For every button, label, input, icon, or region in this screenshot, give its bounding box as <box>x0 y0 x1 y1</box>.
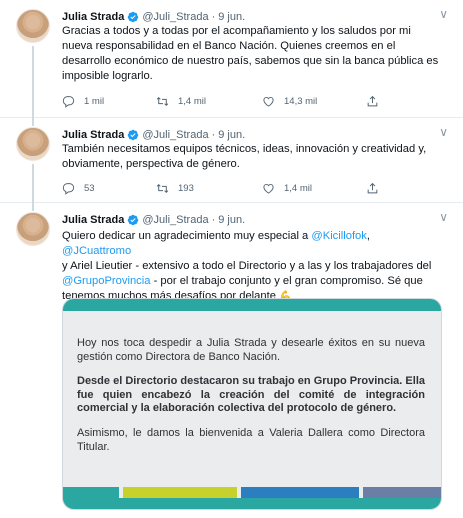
retweet-count: 1,4 mil <box>178 95 206 107</box>
band-segment <box>363 487 441 498</box>
like-button[interactable]: 14,3 mil <box>262 95 317 108</box>
tweet-text-line: También necesitamos equipos técnicos, id… <box>62 143 427 155</box>
tweet-1[interactable]: Julia Strada @Juli_Strada · 9 jun. ∨ Gra… <box>0 0 463 118</box>
reply-count: 53 <box>84 182 95 194</box>
share-icon <box>367 182 378 193</box>
share-icon <box>367 95 378 106</box>
thread-line <box>32 118 34 126</box>
like-count: 14,3 mil <box>284 95 318 107</box>
avatar[interactable] <box>16 127 50 161</box>
heart-icon <box>263 96 274 107</box>
like-button[interactable]: 1,4 mil <box>262 182 312 195</box>
tweet-3[interactable]: Julia Strada @Juli_Strada · 9 jun. ∨ Qui… <box>0 203 463 518</box>
author-handle[interactable]: @Juli_Strada <box>142 214 208 226</box>
verified-badge-icon <box>128 214 139 226</box>
band-segment <box>63 487 119 498</box>
tweet-2[interactable]: Julia Strada @Juli_Strada · 9 jun. ∨ Tam… <box>0 118 463 203</box>
tweet-text-line: obviamente, perspectiva de género. <box>62 158 240 170</box>
tweet-header: Julia Strada @Juli_Strada · 9 jun. <box>62 127 245 143</box>
retweet-button[interactable]: 1,4 mil <box>156 95 206 108</box>
tweet-text-line: desarrollo económico de nuestro país, sa… <box>62 55 439 67</box>
thread-line <box>32 164 34 203</box>
tweet-text-line: @GrupoProvincia - por el trabajo conjunt… <box>62 274 442 289</box>
image-text-panel: Hoy nos toca despedir a Julia Strada y d… <box>63 311 441 487</box>
separator-dot: · <box>211 214 216 226</box>
tweet-text-line: Quiero dedicar un agradecimiento muy esp… <box>62 229 442 259</box>
image-paragraph: Hoy nos toca despedir a Julia Strada y d… <box>77 337 425 363</box>
more-options-icon[interactable]: ∨ <box>439 7 448 21</box>
tweet-text-segment: - por el trabajo conjunto y el gran comp… <box>150 275 423 287</box>
tweet-text: Quiero dedicar un agradecimiento muy esp… <box>62 229 442 304</box>
reply-button[interactable]: 53 <box>62 182 95 195</box>
share-button[interactable] <box>366 182 388 195</box>
author-handle[interactable]: @Juli_Strada <box>142 11 208 23</box>
reply-count: 1 mil <box>84 95 105 107</box>
retweet-button[interactable]: 193 <box>156 182 194 195</box>
share-button[interactable] <box>366 95 388 108</box>
tweet-actions: 1 mil 1,4 mil 14,3 mil <box>62 94 392 108</box>
tweet-date[interactable]: 9 jun. <box>218 11 245 23</box>
tweet-header: Julia Strada @Juli_Strada · 9 jun. <box>62 9 245 25</box>
tweet-text-segment: , <box>366 230 370 242</box>
band-segment <box>241 487 359 498</box>
reply-icon <box>62 95 75 108</box>
attached-image[interactable]: Hoy nos toca despedir a Julia Strada y d… <box>62 298 442 510</box>
tweet-text-line: Gracias a todos y a todas por el acompañ… <box>62 25 411 37</box>
tweet-text-line: nueva responsabilidad en el Banco Nación… <box>62 40 396 52</box>
image-paragraph: Asimismo, le damos la bienvenida a Valer… <box>77 427 425 453</box>
like-count: 1,4 mil <box>284 182 312 194</box>
avatar[interactable] <box>16 9 50 43</box>
retweet-icon <box>156 96 169 106</box>
thread-line <box>32 203 34 211</box>
avatar[interactable] <box>16 212 50 246</box>
more-options-icon[interactable]: ∨ <box>439 210 448 224</box>
verified-badge-icon <box>128 11 139 23</box>
more-options-icon[interactable]: ∨ <box>439 125 448 139</box>
mention-link[interactable]: @JCuattromo <box>62 245 131 257</box>
tweet-header: Julia Strada @Juli_Strada · 9 jun. <box>62 212 245 228</box>
tweet-date[interactable]: 9 jun. <box>218 214 245 226</box>
tweet-text: Gracias a todos y a todas por el acompañ… <box>62 24 442 84</box>
separator-dot: · <box>211 11 216 23</box>
retweet-count: 193 <box>178 182 194 194</box>
author-name[interactable]: Julia Strada <box>62 11 124 23</box>
mention-link[interactable]: @Kicillofok <box>311 230 367 242</box>
separator-dot: · <box>211 129 216 141</box>
tweet-text-segment: Quiero dedicar un agradecimiento muy esp… <box>62 230 312 242</box>
retweet-icon <box>156 183 169 193</box>
verified-badge-icon <box>128 129 139 141</box>
heart-icon <box>263 183 274 194</box>
author-name[interactable]: Julia Strada <box>62 129 124 141</box>
reply-icon <box>62 182 75 195</box>
mention-link[interactable]: @GrupoProvincia <box>62 275 150 287</box>
reply-button[interactable]: 1 mil <box>62 95 104 108</box>
image-paragraph-bold: Desde el Directorio destacaron su trabaj… <box>77 375 425 414</box>
tweet-text: También necesitamos equipos técnicos, id… <box>62 142 442 172</box>
thread-line <box>32 46 34 118</box>
tweet-text-line: y Ariel Lieutier - extensivo a todo el D… <box>62 260 432 272</box>
color-band <box>63 487 441 498</box>
tweet-actions: 53 193 1,4 mil <box>62 181 392 195</box>
author-name[interactable]: Julia Strada <box>62 214 124 226</box>
band-segment <box>123 487 237 498</box>
author-handle[interactable]: @Juli_Strada <box>142 129 208 141</box>
tweet-text-line: imposible lograrlo. <box>62 70 153 82</box>
tweet-date[interactable]: 9 jun. <box>218 129 245 141</box>
